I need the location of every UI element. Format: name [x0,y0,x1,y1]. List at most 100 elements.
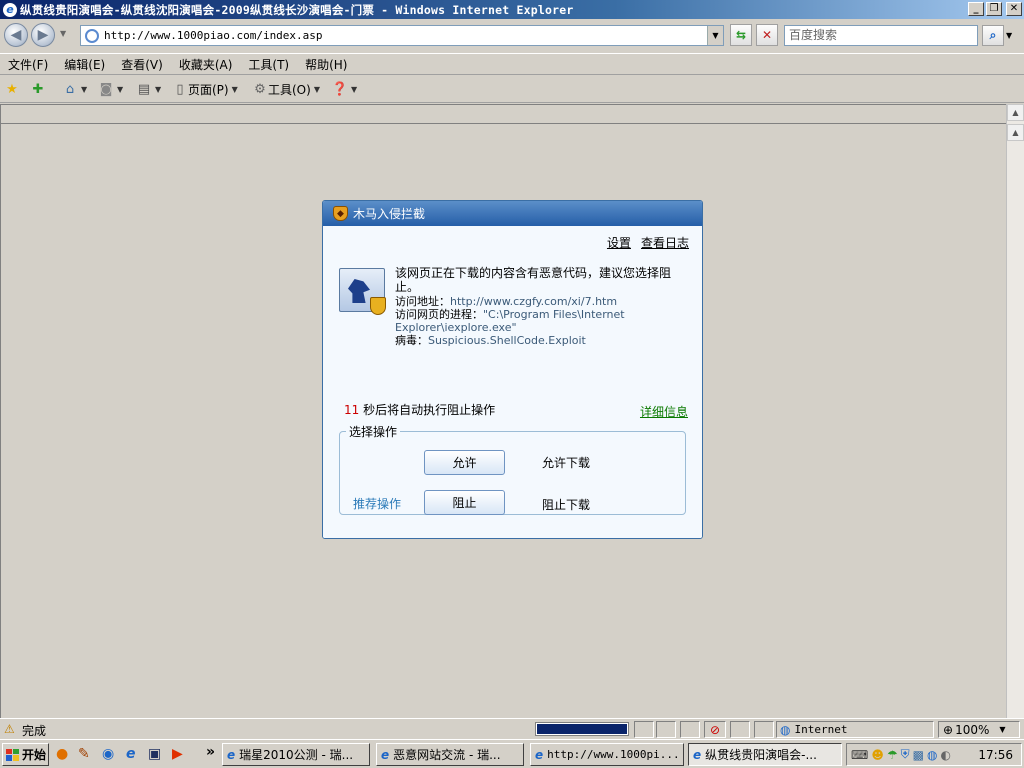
keyboard-icon[interactable]: ⌨ [851,748,868,762]
stop-button[interactable]: ✕ [756,24,778,46]
frame-strip [0,104,1006,124]
details-link[interactable]: 详细信息 [640,403,688,420]
security-zone[interactable]: ◍ Internet [776,721,934,738]
tools-menu-label: 工具(O) [268,83,311,97]
favorites-star-icon: ★ [6,81,18,97]
taskbar-item-label: 纵贯线贵阳演唱会-... [705,748,817,762]
process-label: 访问网页的进程： [395,308,483,321]
quicklaunch-ie-icon[interactable]: e [126,746,136,762]
warning-text: 该网页正在下载的内容含有恶意代码，建议您选择阻止。 [395,266,672,294]
search-options-dropdown-icon[interactable]: ▼ [1006,31,1012,40]
umbrella-icon[interactable]: ☂ [887,748,898,762]
allow-button[interactable]: 允许 [424,450,505,475]
quicklaunch-overflow[interactable]: » [206,744,215,760]
view-log-link[interactable]: 查看日志 [641,234,689,251]
virus-row: 病毒：Suspicious.ShellCode.Exploit [395,334,685,347]
antivirus-shield-icon: ◆ [333,206,348,221]
taskbar-item-label: 恶意网站交流 - 瑞... [393,748,501,762]
clock: 17:56 [978,747,1013,762]
quicklaunch-app3-icon[interactable]: ◉ [102,746,114,762]
close-button[interactable]: ✕ [1006,2,1022,16]
trojan-warning-icon [339,268,386,315]
taskbar-item-malicious-sites[interactable]: e 恶意网站交流 - 瑞... [376,743,524,766]
menu-view[interactable]: 查看(V) [117,56,167,73]
volume-icon[interactable]: ◐ [940,748,950,762]
taskbar: 开始 ● ✎ ◉ e ▣ ▶ » e 瑞星2010公测 - 瑞... e 恶意网站交… [0,739,1024,768]
print-dropdown-icon[interactable]: ▼ [155,85,161,94]
help-dropdown-icon[interactable]: ▼ [351,85,357,94]
system-tray: ⌨ ☻ ☂ ⛨ ▩ ◍ ◐ 17:56 [846,743,1022,766]
add-favorite-button[interactable]: ✚ [30,81,46,97]
privacy-report-icon[interactable]: ⊘ [704,721,726,738]
page-menu-button[interactable]: ▯ 页面(P) ▼ [172,81,238,98]
ie-icon: e [693,747,702,762]
favorites-center-button[interactable]: ★ [4,81,20,97]
block-description: 阻止下载 [542,498,591,512]
zoom-control[interactable]: ⊕ 100% ▼ [938,721,1020,738]
refresh-button[interactable]: ⇆ [730,24,752,46]
address-url[interactable]: http://www.1000piao.com/index.asp [104,29,707,42]
quicklaunch-app2-icon[interactable]: ✎ [78,746,90,762]
minimize-button[interactable]: _ [968,2,984,16]
globe-icon: ◍ [780,722,791,737]
ie-icon: e [535,747,544,762]
restore-button[interactable]: ❐ [986,2,1002,16]
feeds-button[interactable]: ◙ ▼ [98,81,123,97]
tools-dropdown-icon[interactable]: ▼ [314,85,320,94]
add-favorite-icon: ✚ [32,81,44,97]
search-button[interactable]: ⌕ [982,25,1004,46]
status-text: 完成 [22,724,47,738]
taskbar-item-concert-page[interactable]: e 纵贯线贵阳演唱会-... [688,743,842,766]
home-button[interactable]: ⌂ ▼ [62,81,87,97]
home-icon: ⌂ [65,81,75,97]
quicklaunch-player-icon[interactable]: ▶ [172,746,183,762]
antivirus-tray-icon[interactable]: ◍ [927,748,937,762]
menu-tools[interactable]: 工具(T) [244,56,293,73]
back-arrow-icon: ◀ [10,27,22,43]
feeds-dropdown-icon[interactable]: ▼ [117,85,123,94]
address-bar[interactable]: http://www.1000piao.com/index.asp ▼ [80,25,724,46]
help-button[interactable]: ❓ ▼ [332,81,357,97]
stop-icon: ✕ [761,28,773,42]
taskbar-item-rising-beta[interactable]: e 瑞星2010公测 - 瑞... [222,743,370,766]
frame-scroll-up-arrow-icon[interactable]: ▲ [1007,124,1024,141]
taskbar-item-1000piao[interactable]: e http://www.1000pi... [530,743,684,766]
vertical-scrollbar[interactable]: ▲ ▲ [1006,104,1024,718]
auto-block-countdown: 11 秒后将自动执行阻止操作 [344,401,495,418]
visit-url-row: 访问地址：http://www.czgfy.com/xi/7.htm [395,295,685,308]
zoom-dropdown-icon[interactable]: ▼ [999,725,1005,734]
quicklaunch-app1-icon[interactable]: ● [56,746,68,762]
quicklaunch-desktop-icon[interactable]: ▣ [148,746,161,762]
history-dropdown-icon[interactable]: ▼ [60,29,66,38]
address-toolbar: ◀ ▶ ▼ http://www.1000piao.com/index.asp … [0,19,1024,51]
search-input[interactable]: 百度搜索 [784,25,978,46]
print-button[interactable]: ▤ ▼ [136,81,161,97]
menu-file[interactable]: 文件(F) [4,56,52,73]
network-icon[interactable]: ▩ [913,748,924,762]
help-icon: ❓ [331,81,349,97]
scroll-up-arrow-icon[interactable]: ▲ [1007,104,1024,121]
menu-favorites[interactable]: 收藏夹(A) [175,56,237,73]
command-bar: ★ ✚ ⌂ ▼ ◙ ▼ ▤ ▼ ▯ 页面(P) ▼ ⚙ 工具(O) ▼ ❓ ▼ [0,77,1024,103]
choice-legend: 选择操作 [349,425,398,439]
window-controls: _ ❐ ✕ [968,2,1022,16]
back-button[interactable]: ◀ [4,23,28,47]
page-menu-label: 页面(P) [188,83,229,97]
menu-help[interactable]: 帮助(H) [301,56,351,73]
page-dropdown-icon[interactable]: ▼ [232,85,238,94]
tools-menu-button[interactable]: ⚙ 工具(O) ▼ [252,81,320,98]
shield-tray-icon[interactable]: ⛨ [901,747,910,762]
start-button[interactable]: 开始 [2,743,49,766]
qq-icon[interactable]: ☻ [871,748,884,762]
forward-button[interactable]: ▶ [31,23,55,47]
settings-link[interactable]: 设置 [607,234,631,251]
zoom-level: 100% [955,722,990,737]
status-info-icon: ⚠ [4,722,15,736]
block-button[interactable]: 阻止 [424,490,505,515]
home-dropdown-icon[interactable]: ▼ [81,85,87,94]
recommended-label: 推荐操作 [353,497,402,511]
dialog-links: 设置 查看日志 [607,234,689,251]
address-dropdown-icon[interactable]: ▼ [707,26,723,45]
visit-url-label: 访问地址： [395,295,450,308]
menu-edit[interactable]: 编辑(E) [60,56,109,73]
